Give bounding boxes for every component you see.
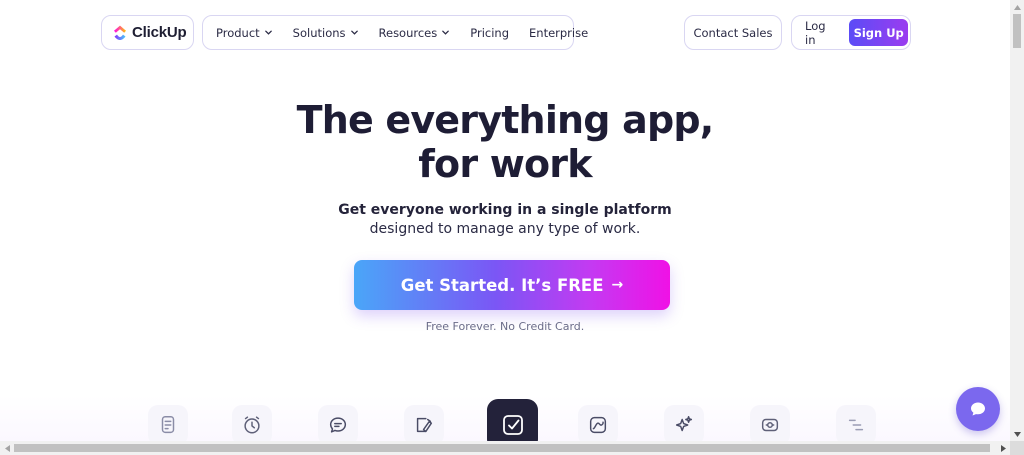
brand-name: ClickUp	[132, 24, 187, 41]
signup-button[interactable]: Sign Up	[849, 19, 908, 46]
feature-whiteboard[interactable]	[404, 405, 444, 441]
horizontal-scroll-thumb[interactable]	[14, 444, 990, 452]
chevron-down-icon	[264, 30, 272, 35]
arrow-right-icon: →	[611, 277, 624, 293]
site-header: ClickUp Product Solutions Resources Pric…	[101, 15, 911, 51]
time-tracking-icon	[761, 418, 779, 432]
horizontal-scrollbar[interactable]	[0, 441, 1010, 455]
ai-sparkle-icon	[675, 416, 693, 432]
scrollbar-corner	[1010, 441, 1024, 455]
scroll-up-arrow-icon[interactable]	[1010, 0, 1024, 14]
nav-solutions-label: Solutions	[292, 25, 346, 40]
nav-pricing-label: Pricing	[470, 25, 510, 40]
vertical-scroll-thumb[interactable]	[1013, 14, 1021, 48]
dashboard-chart-icon	[589, 416, 607, 434]
nav-enterprise-label: Enterprise	[529, 25, 589, 40]
nav-product[interactable]: Product	[216, 26, 273, 40]
chevron-down-icon	[442, 30, 450, 35]
chat-icon	[329, 417, 347, 433]
feature-tasks[interactable]	[487, 399, 538, 441]
feature-docs[interactable]	[148, 405, 188, 441]
auth-group: Log in Sign Up	[791, 15, 911, 50]
feature-dashboard[interactable]	[578, 405, 618, 441]
hero-title-line2: for work	[418, 142, 592, 186]
nav-product-label: Product	[216, 25, 260, 40]
nav-enterprise[interactable]: Enterprise	[529, 26, 588, 40]
hero-subtitle-line2: designed to manage any type of work.	[369, 221, 641, 237]
chat-bubble-icon	[971, 402, 985, 416]
feature-ai[interactable]	[664, 405, 704, 441]
scroll-left-arrow-icon[interactable]	[0, 441, 14, 455]
whiteboard-icon	[416, 417, 433, 433]
gantt-icon	[848, 419, 864, 431]
contact-sales-button[interactable]: Contact Sales	[684, 15, 782, 50]
hero-subtitle-line1: Get everyone working in a single platfor…	[338, 202, 672, 218]
hero-title-line1: The everything app,	[296, 98, 715, 142]
login-link[interactable]: Log in	[805, 19, 838, 47]
feature-chat[interactable]	[318, 405, 358, 441]
docs-icon	[161, 416, 175, 434]
nav-resources[interactable]: Resources	[379, 26, 451, 40]
clickup-logo-icon	[114, 25, 126, 40]
cta-label: Get Started. It’s FREE	[400, 275, 604, 295]
nav-solutions[interactable]: Solutions	[293, 26, 359, 40]
hero-title: The everything app, for work	[0, 98, 1010, 186]
scroll-right-arrow-icon[interactable]	[996, 441, 1010, 455]
feature-clock[interactable]	[232, 405, 272, 441]
scroll-down-arrow-icon[interactable]	[1010, 427, 1024, 441]
get-started-button[interactable]: Get Started. It’s FREE →	[354, 260, 670, 310]
logo-link[interactable]: ClickUp	[101, 15, 194, 50]
nav-resources-label: Resources	[378, 25, 438, 40]
chat-widget-button[interactable]	[956, 387, 1000, 431]
nav-pricing[interactable]: Pricing	[470, 26, 509, 40]
clock-icon	[244, 416, 260, 434]
feature-gantt[interactable]	[836, 405, 876, 441]
main-nav: Product Solutions Resources Pricing Ente…	[202, 15, 588, 50]
tasks-check-icon	[502, 414, 523, 435]
chevron-down-icon	[350, 30, 358, 35]
page-viewport: ClickUp Product Solutions Resources Pric…	[0, 0, 1010, 441]
feature-time-tracking[interactable]	[750, 405, 790, 441]
vertical-scrollbar[interactable]	[1010, 0, 1024, 441]
cta-note: Free Forever. No Credit Card.	[425, 320, 585, 333]
